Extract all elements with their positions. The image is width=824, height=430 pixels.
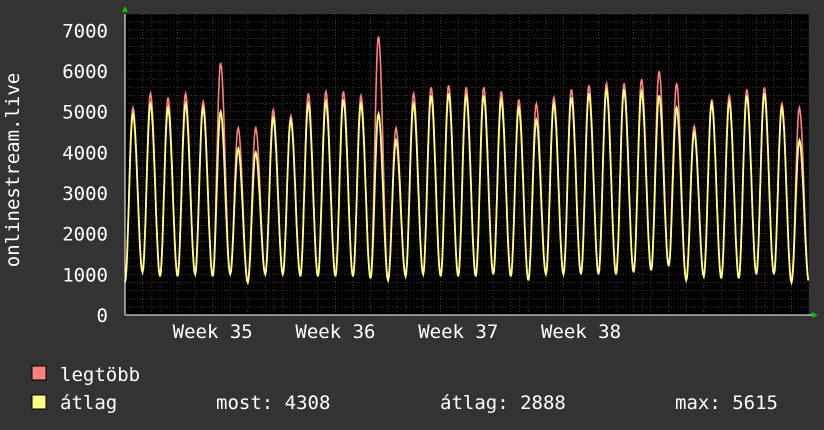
stat-now: most: 4308 <box>216 392 330 414</box>
x-tick-label: Week 35 <box>173 321 253 343</box>
y-tick-label: 0 <box>97 305 108 327</box>
chart: 01000200030004000500060007000 Week 35 Wee… <box>2 6 818 414</box>
plot-area <box>125 14 809 315</box>
x-tick-labels: Week 35 Week 36 Week 37 Week 38 <box>173 321 621 343</box>
x-tick-label: Week 36 <box>295 321 375 343</box>
y-tick-label: 4000 <box>62 142 108 164</box>
x-tick-label: Week 38 <box>541 321 621 343</box>
x-axis-arrow-icon <box>812 312 818 318</box>
y-tick-label: 1000 <box>62 264 108 286</box>
legend-avg-label: átlag <box>60 392 117 414</box>
y-tick-label: 5000 <box>62 102 108 124</box>
stat-avg: átlag: 2888 <box>440 392 566 414</box>
x-tick-label: Week 37 <box>418 321 498 343</box>
legend-avg-swatch <box>31 394 47 410</box>
stat-max: max: 5615 <box>675 392 778 414</box>
legend-max-swatch <box>31 365 47 381</box>
y-tick-label: 6000 <box>62 61 108 83</box>
y-tick-label: 7000 <box>62 20 108 42</box>
y-axis-arrow-icon <box>122 6 128 12</box>
y-tick-labels: 0 1000 2000 3000 4000 5000 6000 7000 <box>62 20 108 327</box>
legend-max-label: legtöbb <box>60 364 140 386</box>
y-tick-label: 2000 <box>62 224 108 246</box>
y-axis-label: onlinestream.live <box>2 73 24 267</box>
y-tick-label: 3000 <box>62 183 108 205</box>
